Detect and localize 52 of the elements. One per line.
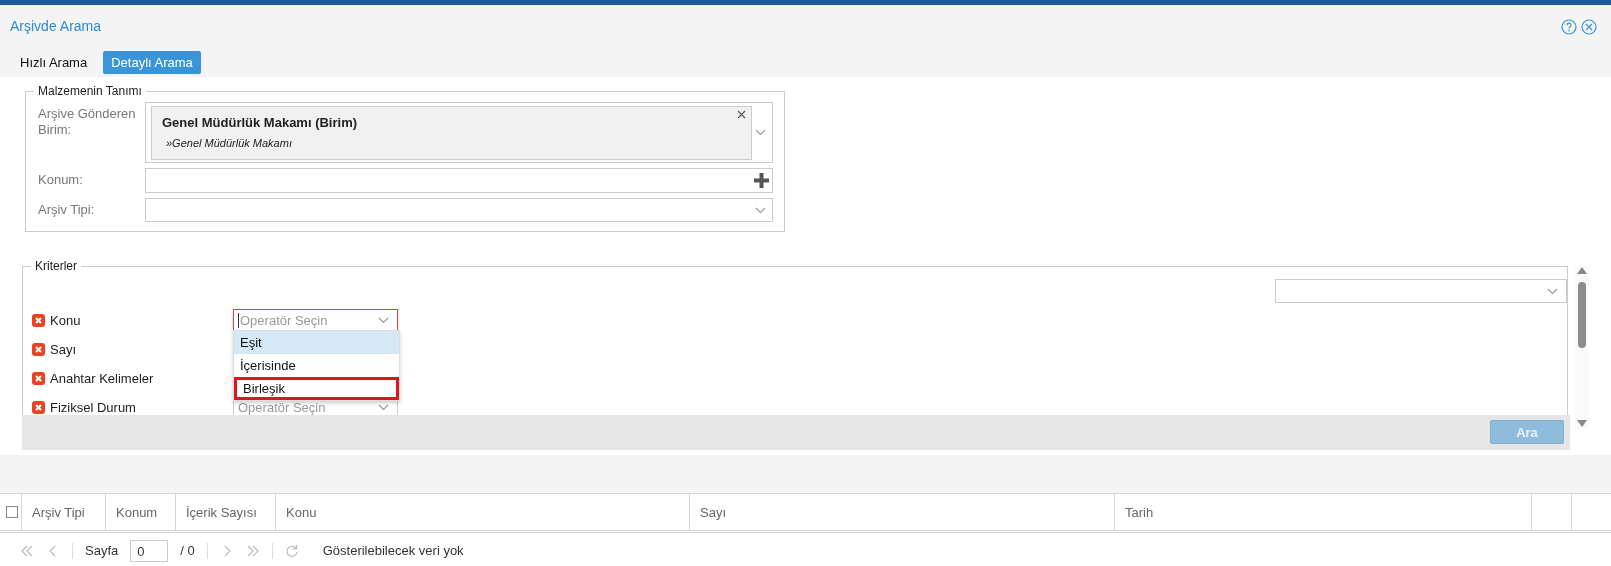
dropdown-option[interactable]: İçerisinde [234, 354, 399, 377]
page-input[interactable]: 0 [130, 539, 169, 562]
close-icon[interactable] [1581, 19, 1597, 35]
select-all-checkbox[interactable] [6, 506, 18, 518]
remove-icon[interactable] [32, 372, 45, 385]
column-header[interactable]: İçerik Sayısı [186, 504, 257, 520]
window-title: Arşivde Arama [10, 18, 102, 34]
empty-message: Gösterilebilecek veri yok [322, 543, 464, 558]
help-icon[interactable] [1561, 19, 1577, 35]
remove-icon[interactable] [32, 314, 45, 327]
criterion-label: Sayı [50, 342, 77, 357]
plus-icon[interactable] [753, 172, 770, 189]
criterion-label: Konu [50, 313, 82, 328]
column-header[interactable]: Konum [116, 504, 158, 520]
dropdown-option[interactable]: Birleşik [234, 377, 399, 400]
refresh-icon[interactable] [284, 543, 299, 558]
criterion-label: Fiziksel Durum [50, 400, 137, 415]
column-header[interactable]: Tarih [1125, 504, 1154, 520]
dropdown-option[interactable]: Eşit [234, 331, 399, 354]
tab[interactable]: Hızlı Arama [12, 51, 96, 74]
caret-icon [755, 206, 766, 214]
caret-icon [755, 129, 766, 136]
caret-icon [1547, 287, 1558, 295]
last-page-icon[interactable] [245, 543, 260, 558]
panel-legend: Kriterler [31, 259, 81, 273]
archive-type-select[interactable] [145, 198, 773, 222]
tab[interactable]: Detaylı Arama [103, 51, 201, 74]
caret-icon [378, 404, 389, 411]
field-label: Arşiv Tipi: [38, 202, 96, 218]
location-field[interactable] [145, 168, 773, 193]
column-header[interactable]: Konu [286, 504, 317, 520]
scrollbar[interactable] [1575, 265, 1589, 429]
caret-icon [378, 317, 389, 324]
page-total: / 0 [180, 543, 195, 558]
field-label: Konum: [38, 172, 84, 188]
scroll-down-icon[interactable] [1577, 420, 1587, 427]
scroll-up-icon[interactable] [1577, 267, 1587, 274]
remove-icon[interactable] [32, 343, 45, 356]
page-label: Sayfa [85, 543, 119, 558]
remove-icon[interactable] [32, 401, 45, 414]
field-label: Arşive Gönderen Birim: [38, 106, 137, 138]
unit-select[interactable]: Genel Müdürlük Makamı (Birim) »Genel Müdürlük Makamı [145, 102, 773, 163]
criteria-select[interactable] [1275, 279, 1567, 303]
criterion-label: Anahtar Kelimeler [50, 371, 155, 386]
panel-legend: Malzemenin Tanımı [34, 84, 146, 98]
chip-path: »Genel Müdürlük Makamı [166, 137, 293, 149]
column-header[interactable]: Arşiv Tipi [32, 504, 85, 520]
chip-title: Genel Müdürlük Makamı (Birim) [162, 115, 359, 130]
first-page-icon[interactable] [20, 543, 34, 558]
column-header[interactable]: Sayı [700, 504, 726, 520]
scrollbar-thumb[interactable] [1578, 282, 1586, 348]
close-icon[interactable] [737, 110, 746, 119]
